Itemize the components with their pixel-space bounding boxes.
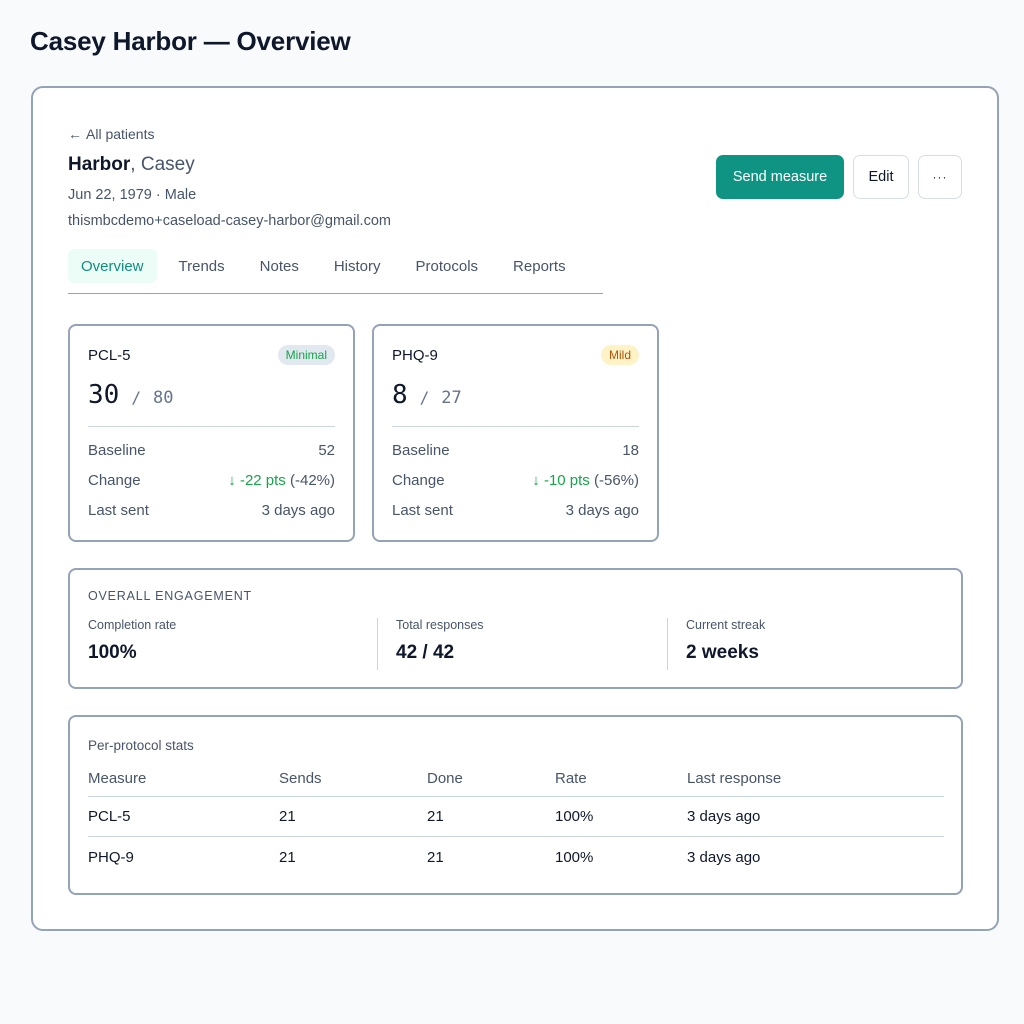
- cell-rate: 100%: [555, 848, 594, 866]
- column-header: Last response: [687, 770, 782, 787]
- score-value: 8: [392, 380, 408, 410]
- last-sent-row: Last sent 3 days ago: [392, 502, 639, 519]
- divider: [392, 426, 639, 427]
- change-row: Change ↓ -10 pts (-56%): [392, 472, 639, 489]
- severity-badge: Minimal: [277, 345, 335, 365]
- change-label: Change: [392, 472, 445, 489]
- last-sent-value: 3 days ago: [261, 502, 335, 519]
- tab-protocols[interactable]: Protocols: [403, 249, 492, 283]
- cell-measure: PHQ-9: [88, 848, 134, 866]
- change-label: Change: [88, 472, 141, 489]
- tab-bar: Overview Trends Notes History Protocols …: [68, 249, 603, 294]
- stat-label: Current streak: [686, 618, 766, 632]
- stat-value: 42 / 42: [396, 642, 455, 663]
- send-measure-button[interactable]: Send measure: [716, 155, 844, 199]
- score-max: 27: [441, 388, 462, 408]
- patient-name: Harbor, Casey: [68, 154, 195, 176]
- baseline-row: Baseline 18: [392, 442, 639, 459]
- baseline-label: Baseline: [392, 442, 450, 459]
- column-header: Done: [427, 770, 463, 787]
- measure-card-phq9[interactable]: PHQ-9 Mild 8 / 27 Baseline 18 Change ↓ -…: [372, 324, 659, 542]
- patient-demographics: Jun 22, 1979 · Male: [68, 187, 197, 203]
- edit-button[interactable]: Edit: [853, 155, 909, 199]
- arrow-left-icon: ←: [68, 126, 82, 142]
- change-row: Change ↓ -22 pts (-42%): [88, 472, 335, 489]
- back-link-label: All patients: [86, 126, 155, 142]
- score-value: 30: [88, 380, 120, 410]
- cell-last-response: 3 days ago: [687, 808, 761, 825]
- last-sent-value: 3 days ago: [565, 502, 639, 519]
- table-header-row: Measure Sends Done Rate Last response: [88, 761, 944, 797]
- baseline-row: Baseline 52: [88, 442, 335, 459]
- cell-sends: 21: [279, 848, 296, 866]
- score-separator: /: [419, 388, 430, 407]
- measure-score: 30 / 80: [88, 380, 173, 410]
- patient-first-name: , Casey: [130, 154, 195, 175]
- back-to-patients-link[interactable]: ← All patients: [68, 126, 154, 142]
- last-sent-label: Last sent: [392, 502, 453, 519]
- change-value: ↓ -22 pts: [228, 472, 286, 489]
- stat-label: Total responses: [396, 618, 484, 632]
- change-value: ↓ -10 pts: [532, 472, 590, 489]
- overall-engagement-panel: OVERALL ENGAGEMENT Completion rate 100% …: [68, 568, 963, 689]
- change-percent: (-56%): [589, 472, 639, 489]
- cell-last-response: 3 days ago: [687, 848, 761, 866]
- stat-value: 2 weeks: [686, 642, 759, 663]
- stat-completion-rate: Completion rate 100%: [88, 618, 176, 670]
- patient-email: thismbcdemo+caseload-casey-harbor@gmail.…: [68, 213, 391, 229]
- tab-overview[interactable]: Overview: [68, 249, 157, 283]
- table-row: PHQ-9 21 21 100% 3 days ago: [88, 837, 944, 877]
- stat-value: 100%: [88, 642, 137, 663]
- patient-last-name: Harbor: [68, 154, 131, 175]
- stat-divider: [377, 618, 378, 670]
- score-max: 80: [152, 388, 174, 408]
- stat-label: Completion rate: [88, 618, 177, 632]
- cell-done: 21: [427, 848, 444, 866]
- patient-overview-card: ← All patients Harbor, Casey Jun 22, 197…: [31, 86, 999, 931]
- stat-total-responses: Total responses 42 / 42: [396, 618, 484, 670]
- engagement-title: OVERALL ENGAGEMENT: [88, 589, 252, 603]
- measure-name: PHQ-9: [392, 347, 438, 364]
- cell-rate: 100%: [555, 808, 594, 825]
- stat-divider: [667, 618, 668, 670]
- column-header: Rate: [555, 770, 587, 787]
- severity-badge: Mild: [600, 345, 639, 365]
- protocol-stats-table: Measure Sends Done Rate Last response PC…: [88, 761, 944, 877]
- tab-notes[interactable]: Notes: [247, 249, 312, 283]
- header-actions: Send measure Edit ···: [716, 155, 962, 199]
- measure-score: 8 / 27: [392, 380, 462, 410]
- tab-trends[interactable]: Trends: [166, 249, 238, 283]
- stat-current-streak: Current streak 2 weeks: [686, 618, 765, 670]
- protocol-stats-title: Per-protocol stats: [88, 738, 194, 753]
- baseline-value: 18: [622, 442, 639, 459]
- per-protocol-stats-panel: Per-protocol stats Measure Sends Done Ra…: [68, 715, 963, 895]
- cell-done: 21: [427, 808, 444, 825]
- cell-sends: 21: [279, 808, 296, 825]
- measure-name: PCL-5: [88, 347, 131, 364]
- baseline-value: 52: [318, 442, 335, 459]
- divider: [88, 426, 335, 427]
- table-row: PCL-5 21 21 100% 3 days ago: [88, 797, 944, 837]
- change-percent: (-42%): [285, 472, 335, 489]
- column-header: Sends: [279, 770, 322, 787]
- last-sent-row: Last sent 3 days ago: [88, 502, 335, 519]
- more-options-button[interactable]: ···: [918, 155, 962, 199]
- baseline-label: Baseline: [88, 442, 146, 459]
- score-separator: /: [131, 388, 141, 407]
- measure-card-pcl5[interactable]: PCL-5 Minimal 30 / 80 Baseline 52 Change…: [68, 324, 355, 542]
- cell-measure: PCL-5: [88, 808, 131, 825]
- tab-history[interactable]: History: [321, 249, 394, 283]
- last-sent-label: Last sent: [88, 502, 149, 519]
- column-header: Measure: [88, 770, 147, 787]
- tab-reports[interactable]: Reports: [500, 249, 579, 283]
- page-title: Casey Harbor — Overview: [30, 26, 351, 56]
